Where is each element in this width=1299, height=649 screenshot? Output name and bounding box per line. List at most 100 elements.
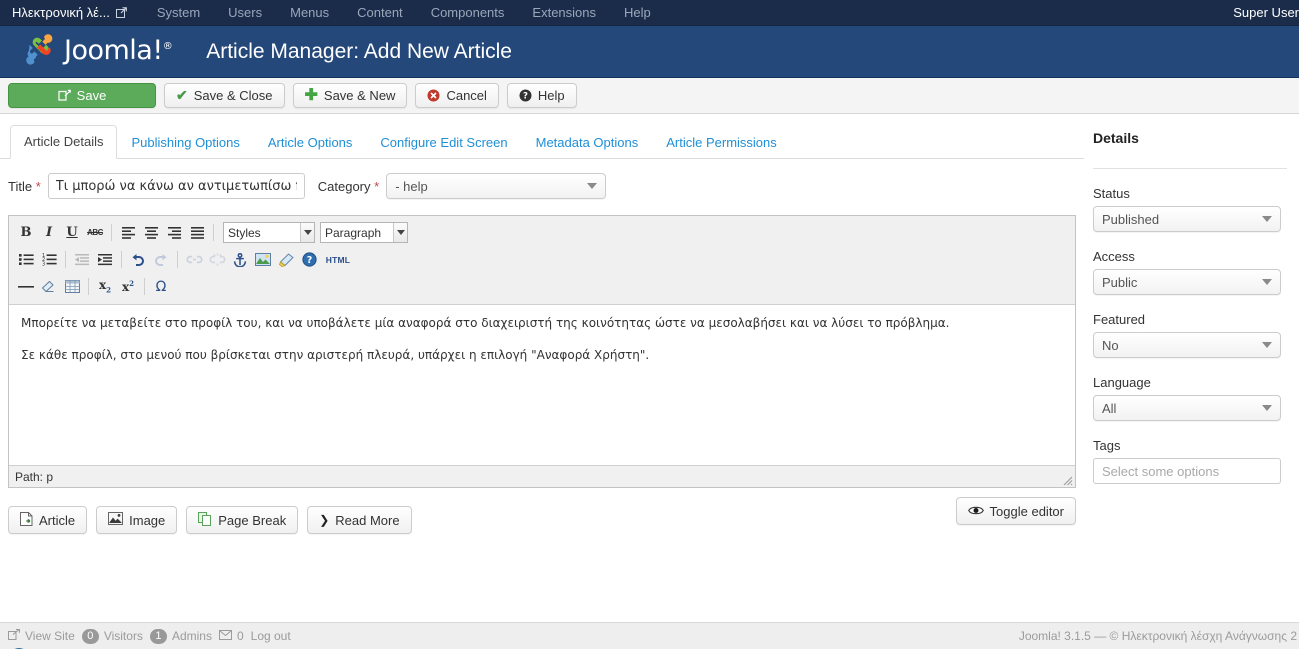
- user-menu[interactable]: Super User: [1233, 5, 1299, 20]
- cancel-button[interactable]: Cancel: [415, 83, 499, 108]
- status-select[interactable]: Published: [1093, 206, 1281, 232]
- cancel-button-label: Cancel: [446, 88, 487, 103]
- align-left-icon[interactable]: [117, 222, 139, 243]
- logout-link[interactable]: Log out: [251, 629, 291, 643]
- editor-toolbar-row-3: x2 x2 Ω: [12, 273, 1072, 300]
- admins-status[interactable]: 1 Admins: [149, 628, 212, 644]
- table-icon[interactable]: [61, 276, 83, 297]
- insert-article-button[interactable]: Article: [8, 506, 88, 534]
- insert-image-button[interactable]: Image: [96, 506, 178, 534]
- tab-configure-edit-screen[interactable]: Configure Edit Screen: [366, 126, 521, 159]
- outdent-icon[interactable]: [71, 249, 93, 270]
- view-site-label: View Site: [25, 629, 75, 643]
- featured-field: Featured No: [1093, 312, 1287, 358]
- editor-content-area[interactable]: Μπορείτε να μεταβείτε στο προφίλ του, κα…: [9, 305, 1075, 465]
- access-select-value: Public: [1102, 274, 1138, 290]
- page-title: Article Manager: Add New Article: [206, 39, 512, 63]
- envelope-icon: [218, 629, 232, 643]
- toolbar-separator: [177, 251, 178, 268]
- logout-label: Log out: [250, 629, 291, 643]
- tags-field: Tags Select some options: [1093, 438, 1287, 484]
- details-sidebar: Details Status Published Access Public F…: [1084, 114, 1299, 622]
- title-input[interactable]: [47, 173, 305, 199]
- nav-item-content[interactable]: Content: [343, 1, 417, 24]
- align-justify-icon[interactable]: [186, 222, 208, 243]
- indent-icon[interactable]: [94, 249, 116, 270]
- special-character-icon[interactable]: Ω: [150, 276, 172, 297]
- underline-icon[interactable]: U: [61, 222, 83, 243]
- nav-item-users[interactable]: Users: [214, 1, 276, 24]
- redo-icon[interactable]: [150, 249, 172, 270]
- help-icon: ?: [519, 89, 532, 102]
- chevron-down-icon: [1262, 279, 1272, 285]
- insert-read-more-button[interactable]: ❯ Read More: [307, 506, 412, 534]
- save-button[interactable]: Save: [8, 83, 156, 108]
- insert-article-label: Article: [39, 512, 76, 528]
- save-close-button[interactable]: ✔ Save & Close: [164, 83, 285, 108]
- category-select[interactable]: - help: [386, 173, 607, 199]
- remove-format-icon[interactable]: [38, 276, 60, 297]
- editor-paragraph: Μπορείτε να μεταβείτε στο προφίλ του, κα…: [21, 316, 950, 330]
- html-source-icon[interactable]: HTML: [321, 249, 355, 270]
- admins-count-badge: 1: [149, 628, 167, 644]
- anchor-icon[interactable]: [229, 249, 251, 270]
- status-bar-left: View Site 0 Visitors 1 Admins 0 Log out: [8, 628, 291, 644]
- chevron-down-icon: [1262, 342, 1272, 348]
- tags-input[interactable]: Select some options: [1093, 458, 1281, 484]
- insert-page-break-button[interactable]: Page Break: [186, 506, 299, 534]
- unlink-icon[interactable]: [206, 249, 228, 270]
- styles-select[interactable]: Styles: [223, 222, 315, 243]
- image-icon: [108, 512, 124, 528]
- page-header: Joomla!® Article Manager: Add New Articl…: [0, 26, 1299, 78]
- visitors-label: Visitors: [103, 629, 143, 643]
- nav-item-system[interactable]: System: [143, 1, 214, 24]
- help-button[interactable]: ? Help: [506, 83, 577, 108]
- subscript-icon[interactable]: x2: [94, 276, 116, 297]
- language-select[interactable]: All: [1093, 395, 1281, 421]
- access-select[interactable]: Public: [1093, 269, 1281, 295]
- view-site-link[interactable]: View Site: [8, 628, 75, 643]
- cleanup-icon[interactable]: [275, 249, 297, 270]
- sidebar-divider: [1093, 168, 1287, 169]
- nav-item-menus[interactable]: Menus: [276, 1, 343, 24]
- nav-item-components[interactable]: Components: [417, 1, 519, 24]
- insert-read-more-label: Read More: [335, 512, 400, 528]
- language-select-value: All: [1102, 400, 1117, 416]
- status-label: Status: [1093, 186, 1130, 201]
- image-icon[interactable]: [252, 249, 274, 270]
- tab-article-options[interactable]: Article Options: [254, 126, 367, 159]
- italic-icon[interactable]: I: [38, 222, 60, 243]
- visitors-status[interactable]: 0 Visitors: [81, 628, 143, 644]
- undo-icon[interactable]: [127, 249, 149, 270]
- paragraph-select-value: Paragraph: [325, 225, 382, 240]
- editor-resize-handle[interactable]: [1059, 472, 1073, 486]
- category-label: Category *: [317, 178, 380, 194]
- featured-select[interactable]: No: [1093, 332, 1281, 358]
- toggle-editor-label: Toggle editor: [989, 503, 1064, 519]
- link-icon[interactable]: [183, 249, 205, 270]
- site-brand-link[interactable]: Ηλεκτρονική λέ...: [0, 5, 137, 20]
- joomla-wordmark: Joomla!®: [64, 35, 173, 66]
- save-new-button[interactable]: ✚ Save & New: [292, 83, 408, 108]
- unordered-list-icon[interactable]: [15, 249, 37, 270]
- joomla-logo-icon: [22, 33, 56, 70]
- align-right-icon[interactable]: [163, 222, 185, 243]
- editor-help-icon[interactable]: ?: [298, 249, 320, 270]
- chevron-down-icon: [1262, 405, 1272, 411]
- tab-article-details[interactable]: Article Details: [10, 125, 118, 159]
- messages-status[interactable]: 0: [218, 629, 244, 643]
- help-button-label: Help: [537, 88, 565, 103]
- nav-item-help[interactable]: Help: [610, 1, 665, 24]
- horizontal-rule-icon[interactable]: [15, 276, 37, 297]
- nav-item-extensions[interactable]: Extensions: [518, 1, 610, 24]
- tab-publishing-options[interactable]: Publishing Options: [117, 126, 253, 159]
- tab-metadata-options[interactable]: Metadata Options: [522, 126, 653, 159]
- ordered-list-icon[interactable]: 123: [38, 249, 60, 270]
- superscript-icon[interactable]: x2: [117, 276, 139, 297]
- align-center-icon[interactable]: [140, 222, 162, 243]
- paragraph-format-select[interactable]: Paragraph: [320, 222, 408, 243]
- tab-article-permissions[interactable]: Article Permissions: [652, 126, 791, 159]
- strikethrough-icon[interactable]: ABC: [84, 222, 106, 243]
- bold-icon[interactable]: B: [15, 222, 37, 243]
- toggle-editor-button[interactable]: Toggle editor: [955, 497, 1076, 525]
